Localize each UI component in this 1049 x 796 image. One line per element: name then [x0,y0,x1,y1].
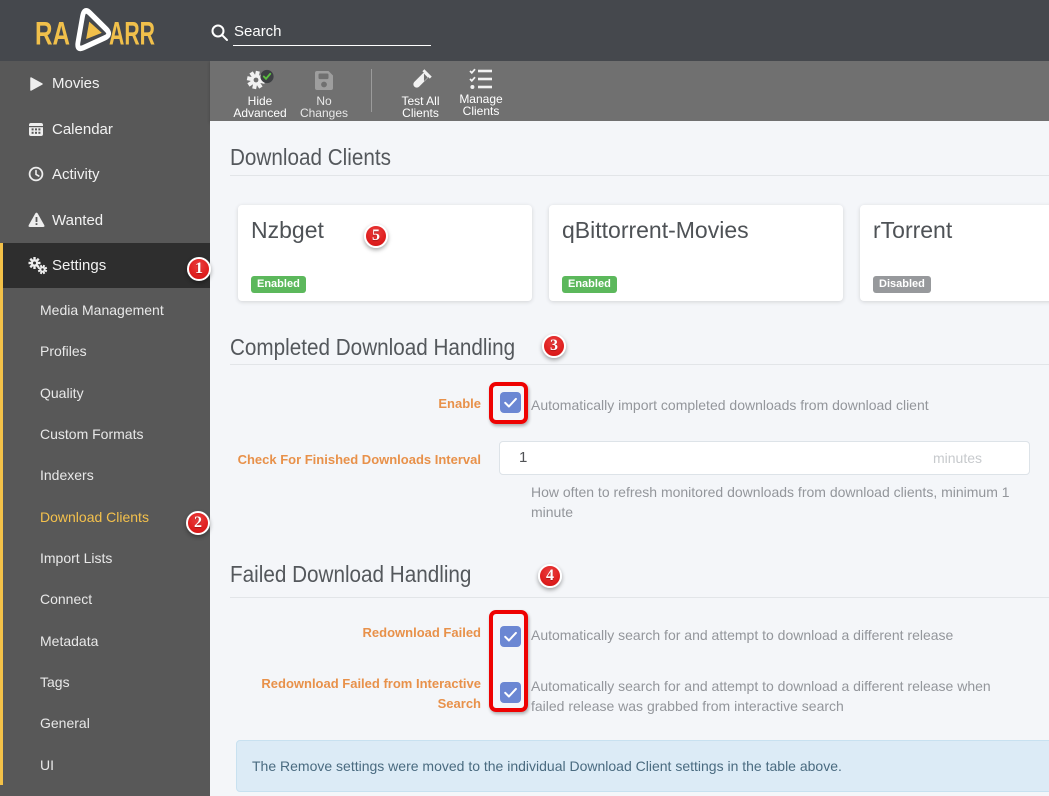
svg-text:RA: RA [35,16,70,52]
svg-text:ARR: ARR [109,16,155,52]
